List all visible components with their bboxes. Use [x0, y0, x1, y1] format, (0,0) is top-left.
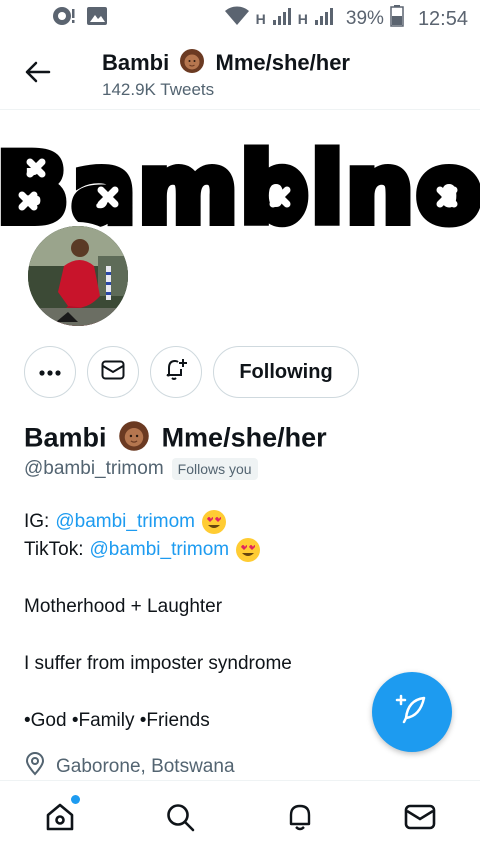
- envelope-icon: [404, 804, 436, 835]
- nav-home[interactable]: [40, 795, 80, 839]
- home-notification-dot: [71, 795, 80, 804]
- profile-header: Bambi Mme/she/her 142.9K Tweets: [0, 38, 480, 110]
- feather-plus-icon: [394, 692, 430, 733]
- handle: @bambi_trimom: [24, 458, 164, 479]
- heart-eyes-emoji-icon: [235, 536, 261, 564]
- emoji-woman-icon: [118, 420, 150, 459]
- following-button[interactable]: Following: [213, 346, 359, 398]
- gallery-icon: [86, 6, 108, 32]
- bell-plus-icon: [163, 357, 189, 388]
- profile-name: Bambi Mme/she/her: [24, 420, 327, 459]
- follows-you-badge: Follows you: [171, 458, 258, 480]
- bio-tiktok-prefix: TikTok:: [24, 539, 84, 560]
- handle-row: @bambi_trimom Follows you: [24, 458, 258, 480]
- bio-imposter-line: I suffer from imposter syndrome: [24, 653, 292, 674]
- bio-ig-line: IG: @bambi_trimom: [24, 508, 444, 536]
- emoji-woman-icon: [179, 48, 205, 80]
- back-button[interactable]: [22, 58, 54, 90]
- envelope-icon: [101, 360, 125, 385]
- battery-percent: 39%: [345, 8, 384, 29]
- location-text: Gaborone, Botswana: [56, 756, 235, 777]
- network-type-2: H: [297, 11, 308, 27]
- header-pronouns: Mme/she/her: [215, 49, 351, 75]
- network-type-1: H: [255, 11, 266, 27]
- tweet-count: 142.9K Tweets: [102, 80, 215, 99]
- clock: 12:54: [417, 7, 468, 30]
- display-name: Bambi: [24, 422, 107, 453]
- bio-tiktok-link[interactable]: @bambi_trimom: [89, 536, 229, 564]
- bio-ig-link[interactable]: @bambi_trimom: [55, 508, 195, 536]
- wifi-icon: [224, 6, 250, 32]
- display-pronouns: Mme/she/her: [161, 422, 327, 453]
- header-title: Bambi Mme/she/her: [102, 48, 350, 80]
- compose-tweet-button[interactable]: [372, 672, 452, 752]
- battery-icon: [390, 5, 404, 33]
- nav-notifications[interactable]: [280, 799, 320, 839]
- search-icon: [165, 802, 195, 837]
- more-button[interactable]: [24, 346, 76, 398]
- bell-icon: [286, 802, 314, 837]
- avatar-photo: [28, 226, 128, 326]
- notify-button[interactable]: [150, 346, 202, 398]
- status-left: [52, 6, 108, 32]
- data-saver-icon: [52, 6, 76, 32]
- status-bar: H H 39% 12:54: [0, 0, 480, 38]
- bio-ig-prefix: IG:: [24, 511, 50, 532]
- home-icon: [44, 801, 76, 838]
- profile-actions: Following: [0, 346, 480, 398]
- status-right: H H 39% 12:54: [224, 5, 468, 33]
- bottom-navigation: [0, 780, 480, 854]
- heart-eyes-emoji-icon: [201, 508, 227, 536]
- avatar[interactable]: [24, 222, 132, 330]
- more-dots-icon: [39, 363, 61, 381]
- profile-location: Gaborone, Botswana: [24, 752, 235, 782]
- signal-icon: [272, 6, 292, 32]
- nav-search[interactable]: [160, 799, 200, 839]
- bio-motherhood-line: Motherhood + Laughter: [24, 596, 223, 617]
- header-name: Bambi: [102, 49, 170, 75]
- signal-icon: [314, 6, 334, 32]
- bio-tiktok-line: TikTok: @bambi_trimom: [24, 536, 444, 564]
- message-button[interactable]: [87, 346, 139, 398]
- arrow-left-icon: [25, 61, 51, 88]
- location-pin-icon: [24, 752, 46, 782]
- nav-messages[interactable]: [400, 799, 440, 839]
